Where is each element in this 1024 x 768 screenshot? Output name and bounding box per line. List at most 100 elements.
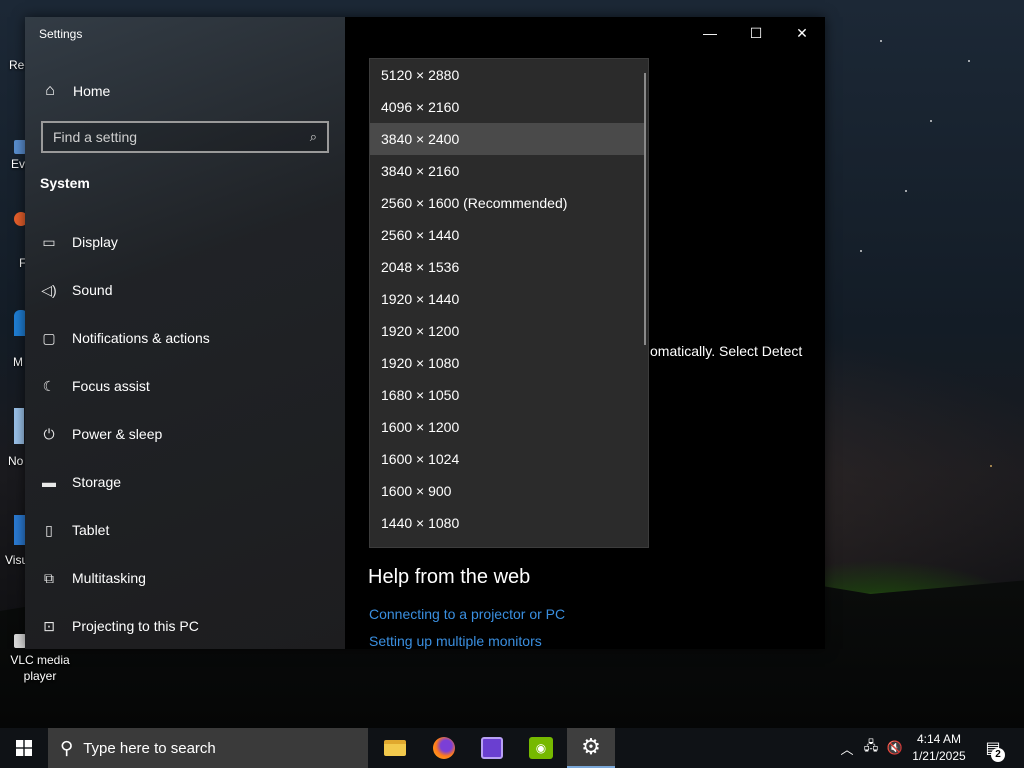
search-icon[interactable]: ⌕ <box>310 129 317 145</box>
sidebar-item-projecting[interactable]: ⊡ Projecting to this PC <box>40 615 199 637</box>
wallpaper-star <box>880 40 882 42</box>
sidebar-item-display[interactable]: ▭ Display <box>40 231 118 253</box>
sidebar-item-label: Power & sleep <box>72 426 163 442</box>
wallpaper-star <box>905 190 907 192</box>
resolution-option[interactable]: 2048 × 1536 <box>370 251 645 283</box>
taskbar-app-firefox[interactable] <box>420 728 468 768</box>
resolution-option-selected[interactable]: 3840 × 2400 <box>370 123 645 155</box>
volume-muted-icon: 🔇 <box>886 740 904 755</box>
folder-icon <box>384 740 406 756</box>
sidebar-item-label: Display <box>72 234 118 250</box>
taskbar-app-file-explorer[interactable] <box>371 728 419 768</box>
wallpaper-star <box>968 60 970 62</box>
section-title: System <box>40 175 90 191</box>
wallpaper-star <box>930 120 932 122</box>
resolution-option[interactable]: 1920 × 1200 <box>370 315 645 347</box>
help-link-projector[interactable]: Connecting to a projector or PC <box>369 606 565 622</box>
taskbar-search-box[interactable]: ⚲ Type here to search <box>48 728 368 768</box>
resolution-option[interactable]: 5120 × 2880 <box>370 59 645 91</box>
clock-time: 4:14 AM <box>916 732 962 746</box>
taskbar-app-processor[interactable] <box>468 728 516 768</box>
power-icon: ⏻ <box>43 425 55 442</box>
resolution-option[interactable]: 1680 × 1050 <box>370 379 645 411</box>
sidebar-item-sound[interactable]: ◁) Sound <box>40 279 112 301</box>
close-button[interactable]: ✕ <box>779 17 825 49</box>
resolution-option[interactable]: 1440 × 1080 <box>370 507 645 539</box>
taskbar-app-nvidia[interactable]: ◉ <box>517 728 565 768</box>
taskbar-clock[interactable]: 4:14 AM 1/21/2025 <box>904 731 974 765</box>
action-center-button[interactable]: ▤ <box>978 728 1008 768</box>
sidebar-item-label: Tablet <box>72 522 110 538</box>
clock-date: 1/21/2025 <box>912 749 966 763</box>
start-button[interactable] <box>0 728 48 768</box>
resolution-option[interactable]: 1600 × 1200 <box>370 411 645 443</box>
wallpaper-star <box>860 250 862 252</box>
maximize-button[interactable]: ☐ <box>733 17 779 49</box>
resolution-option[interactable]: 1920 × 1440 <box>370 283 645 315</box>
home-icon: ⌂ <box>45 82 55 99</box>
notification-icon: ▢ <box>42 329 56 346</box>
projector-icon: ⊡ <box>43 617 55 634</box>
dropdown-scrollbar[interactable] <box>644 73 646 345</box>
desktop-icon-no[interactable]: No <box>8 454 23 468</box>
multitasking-icon: ⧉ <box>44 569 54 586</box>
sidebar-item-home[interactable]: ⌂ Home <box>41 80 110 102</box>
help-from-web-heading: Help from the web <box>368 566 531 588</box>
search-icon: ⚲ <box>60 737 74 758</box>
windows-logo-icon <box>16 740 32 756</box>
sidebar-item-label: Focus assist <box>72 378 150 394</box>
window-controls: — ☐ ✕ <box>687 17 825 49</box>
window-title: Settings <box>39 27 83 41</box>
sidebar-item-tablet[interactable]: ▯ Tablet <box>40 519 109 541</box>
settings-window: Settings ⌂ Home ⌕ System ▭ Display ◁) So… <box>25 17 825 649</box>
settings-sidebar: Settings ⌂ Home ⌕ System ▭ Display ◁) So… <box>25 17 345 649</box>
close-icon: ✕ <box>796 24 808 41</box>
resolution-option[interactable]: 2560 × 1440 <box>370 219 645 251</box>
minimize-icon: — <box>703 25 717 41</box>
desktop-icon-m[interactable]: M <box>13 355 23 369</box>
firefox-icon <box>433 737 455 759</box>
tablet-icon: ▯ <box>45 521 53 538</box>
desktop-icon-vlc[interactable]: VLC media player <box>10 652 70 684</box>
taskbar-app-settings[interactable]: ⚙ <box>567 728 615 768</box>
speaker-icon: ◁) <box>41 281 57 298</box>
help-link-multiple-monitors[interactable]: Setting up multiple monitors <box>369 633 542 649</box>
chevron-up-icon: ︿ <box>840 741 854 757</box>
notepad-icon <box>14 408 24 444</box>
resolution-option[interactable]: 1600 × 1024 <box>370 443 645 475</box>
display-icon: ▭ <box>42 233 56 250</box>
home-label: Home <box>73 83 111 99</box>
notification-count-badge: 2 <box>991 748 1005 762</box>
display-detect-text: omatically. Select Detect <box>650 343 803 359</box>
volume-button[interactable]: 🔇 <box>884 728 906 768</box>
sidebar-item-label: Storage <box>72 474 122 490</box>
taskbar-search-placeholder: Type here to search <box>83 739 216 757</box>
storage-icon: ▬ <box>42 474 56 490</box>
sidebar-item-label: Projecting to this PC <box>72 618 199 634</box>
network-button[interactable]: 🖧 <box>860 728 882 768</box>
minimize-button[interactable]: — <box>687 17 733 49</box>
sidebar-item-power-sleep[interactable]: ⏻ Power & sleep <box>40 423 162 445</box>
show-hidden-icons-button[interactable]: ︿ <box>838 728 856 768</box>
maximize-icon: ☐ <box>749 24 763 41</box>
wallpaper-star <box>990 465 992 467</box>
resolution-option[interactable]: 3840 × 2160 <box>370 155 645 187</box>
moon-icon: ☾ <box>42 377 56 394</box>
resolution-option[interactable]: 4096 × 2160 <box>370 91 645 123</box>
sidebar-item-notifications[interactable]: ▢ Notifications & actions <box>40 327 210 349</box>
nvidia-icon: ◉ <box>529 737 553 759</box>
gear-icon: ⚙ <box>581 734 601 759</box>
resolution-option[interactable]: 1600 × 900 <box>370 475 645 507</box>
sidebar-item-focus-assist[interactable]: ☾ Focus assist <box>40 375 150 397</box>
taskbar: ⚲ Type here to search ◉ ⚙ ︿ 🖧 🔇 4:14 AM … <box>0 728 1024 768</box>
sidebar-item-multitasking[interactable]: ⧉ Multitasking <box>40 567 146 589</box>
sidebar-item-storage[interactable]: ▬ Storage <box>40 471 121 493</box>
resolution-dropdown-list[interactable]: 5120 × 2880 4096 × 2160 3840 × 2400 3840… <box>369 58 649 548</box>
resolution-option-recommended[interactable]: 2560 × 1600 (Recommended) <box>370 187 645 219</box>
resolution-option[interactable]: 1920 × 1080 <box>370 347 645 379</box>
find-setting-box[interactable]: ⌕ <box>41 121 329 153</box>
sidebar-item-label: Notifications & actions <box>72 330 210 346</box>
network-icon: 🖧 <box>863 738 879 753</box>
sidebar-item-label: Sound <box>72 282 113 298</box>
find-setting-input[interactable] <box>53 129 310 145</box>
